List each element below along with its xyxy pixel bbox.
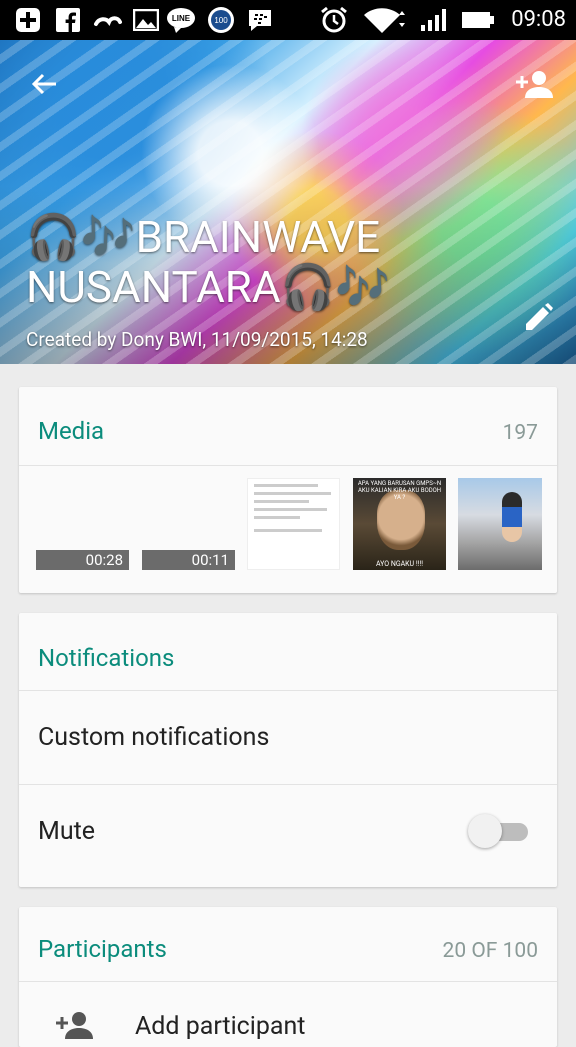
bbm-icon [246,7,274,33]
back-button[interactable] [24,66,64,106]
media-thumb-video-1[interactable]: 00:28 [36,478,129,570]
status-bar: LINE 100 09:08 [0,0,576,40]
mute-label: Mute [38,817,96,846]
photo-icon [132,7,160,33]
media-thumb-video-2[interactable]: 00:11 [142,478,235,570]
divider [19,465,557,466]
group-header: 🎧🎶BRAINWAVE NUSANTARA🎧🎶 Created by Dony … [0,40,576,364]
divider [19,690,557,691]
media-title: Media [38,417,105,445]
participants-card: Participants 20 OF 100 Add participant [19,907,557,1047]
participants-count: 20 OF 100 [442,939,538,963]
add-person-icon [55,1010,93,1044]
signal-icon [418,7,448,33]
photo-caption-bottom: AYO NGAKU !!!! [375,560,424,568]
created-info: Created by Dony BWI, 11/09/2015, 14:28 [26,328,368,351]
photo-person [502,492,522,542]
svg-text:LINE: LINE [172,14,191,23]
media-thumb-document[interactable] [247,478,340,570]
clock: 09:08 [511,7,566,32]
add-participant-header-button[interactable] [512,64,556,108]
add-participant-row[interactable]: Add participant [19,982,557,1047]
divider [19,784,557,785]
participants-title: Participants [38,935,167,963]
battery-icon [460,7,496,33]
media-thumb-photo-2[interactable] [458,478,542,570]
facebook-icon [54,7,82,33]
mute-toggle[interactable] [468,814,530,850]
edit-pencil-icon [522,302,554,338]
group-title: 🎧🎶BRAINWAVE NUSANTARA🎧🎶 [26,211,391,313]
media-thumb-photo-1[interactable]: APA YANG BARUSAN GMPS~N AKU KALIAN KIRA … [353,478,446,570]
edit-subject-button[interactable] [518,300,558,340]
add-participant-label: Add participant [135,1012,306,1041]
photo-caption-top: APA YANG BARUSAN GMPS~N AKU KALIAN KIRA … [357,480,442,501]
toggle-thumb [468,814,502,848]
video-duration: 00:28 [36,550,129,570]
cloud-icon [92,7,124,33]
custom-notifications-row[interactable]: Custom notifications [38,723,269,752]
wifi-icon [362,7,406,33]
badge-100-icon: 100 [206,7,236,33]
alarm-icon [318,6,350,33]
notifications-title: Notifications [38,644,175,672]
svg-text:100: 100 [214,16,228,25]
video-duration: 00:11 [142,550,235,570]
line-icon: LINE [166,7,196,33]
add-person-icon [515,69,553,103]
media-count: 197 [502,421,538,445]
back-arrow-icon [30,70,58,102]
plus-box-icon [14,7,42,33]
